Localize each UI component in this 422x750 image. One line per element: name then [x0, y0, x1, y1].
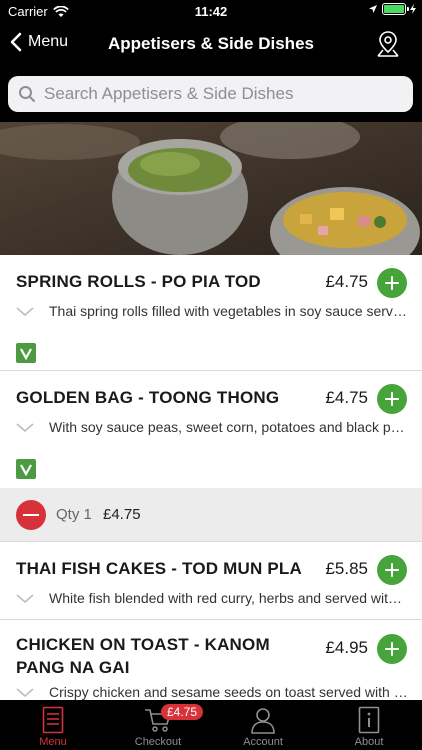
add-to-cart-button[interactable]: [377, 384, 407, 414]
chevron-down-icon[interactable]: [16, 688, 34, 698]
item-name: THAI FISH CAKES - TOD MUN PLA: [16, 559, 302, 578]
quantity-price: £4.75: [103, 506, 141, 523]
plus-icon: [385, 276, 399, 290]
vegetarian-icon: [16, 343, 36, 363]
tab-bar: Menu £4.75 Checkout Account About: [0, 700, 422, 750]
menu-item[interactable]: GOLDEN BAG - TOONG THONG £4.75 With soy …: [0, 371, 422, 488]
status-right: [368, 3, 416, 15]
cart-total-badge: £4.75: [161, 704, 204, 720]
menu-item[interactable]: CHICKEN ON TOAST - KANOM PANG NA GAI £4.…: [0, 620, 422, 700]
item-price: £4.95: [325, 638, 368, 657]
tab-menu[interactable]: Menu: [11, 700, 95, 750]
minus-icon: [23, 514, 39, 516]
page-title: Appetisers & Side Dishes: [108, 34, 314, 53]
item-price: £5.85: [325, 559, 368, 578]
item-name: GOLDEN BAG - TOONG THONG: [16, 388, 280, 407]
item-description: White fish blended with red curry, herbs…: [49, 590, 408, 606]
location-arrow-icon: [369, 5, 377, 13]
item-description: Crispy chicken and sesame seeds on toast…: [49, 684, 408, 700]
chevron-down-icon[interactable]: [16, 423, 34, 433]
plus-icon: [385, 392, 399, 406]
tab-label: About: [354, 736, 384, 748]
item-name: SPRING ROLLS - PO PIA TOD: [16, 272, 261, 291]
charging-icon: [410, 4, 416, 14]
map-pin-icon: [377, 31, 399, 57]
item-name: CHICKEN ON TOAST - KANOM PANG NA GAI: [16, 635, 270, 677]
add-to-cart-button[interactable]: [377, 268, 407, 298]
status-bar: Carrier 11:42: [0, 0, 422, 22]
item-price: £4.75: [325, 388, 368, 407]
quantity-label: Qty 1: [56, 506, 92, 523]
menu-item[interactable]: SPRING ROLLS - PO PIA TOD £4.75 Thai spr…: [0, 255, 422, 371]
person-icon: [251, 708, 275, 734]
tab-label: Menu: [39, 736, 67, 748]
add-to-cart-button[interactable]: [377, 555, 407, 585]
search-icon: [19, 86, 35, 102]
chevron-down-icon[interactable]: [16, 594, 34, 604]
tab-account[interactable]: Account: [221, 700, 305, 750]
menu-item[interactable]: THAI FISH CAKES - TOD MUN PLA £5.85 Whit…: [0, 542, 422, 620]
plus-icon: [385, 563, 399, 577]
plus-icon: [385, 642, 399, 656]
tab-label: Account: [243, 736, 283, 748]
add-to-cart-button[interactable]: [377, 634, 407, 664]
nav-bar: Menu Appetisers & Side Dishes: [0, 22, 422, 68]
search-placeholder: Search Appetisers & Side Dishes: [44, 84, 294, 103]
item-description: Thai spring rolls filled with vegetables…: [49, 303, 408, 319]
header: Carrier 11:42 Menu Appetisers & Side Dis…: [0, 0, 422, 122]
tab-checkout[interactable]: £4.75 Checkout: [116, 700, 204, 750]
vegetarian-icon: [16, 459, 36, 479]
item-description: With soy sauce peas, sweet corn, potatoe…: [49, 419, 408, 435]
map-pin-button[interactable]: [376, 30, 400, 63]
search-field[interactable]: Search Appetisers & Side Dishes: [8, 76, 413, 112]
remove-from-cart-button[interactable]: [16, 500, 46, 530]
clock: 11:42: [194, 4, 228, 19]
cart-quantity-row: Qty 1 £4.75: [0, 488, 422, 542]
info-icon: [358, 706, 380, 734]
category-hero-image: [0, 122, 422, 255]
tab-about[interactable]: About: [327, 700, 411, 750]
menu-book-icon: [42, 706, 64, 734]
chevron-down-icon[interactable]: [16, 307, 34, 317]
item-price: £4.75: [325, 272, 368, 291]
battery-icon: [382, 3, 409, 15]
tab-label: Checkout: [134, 736, 182, 748]
